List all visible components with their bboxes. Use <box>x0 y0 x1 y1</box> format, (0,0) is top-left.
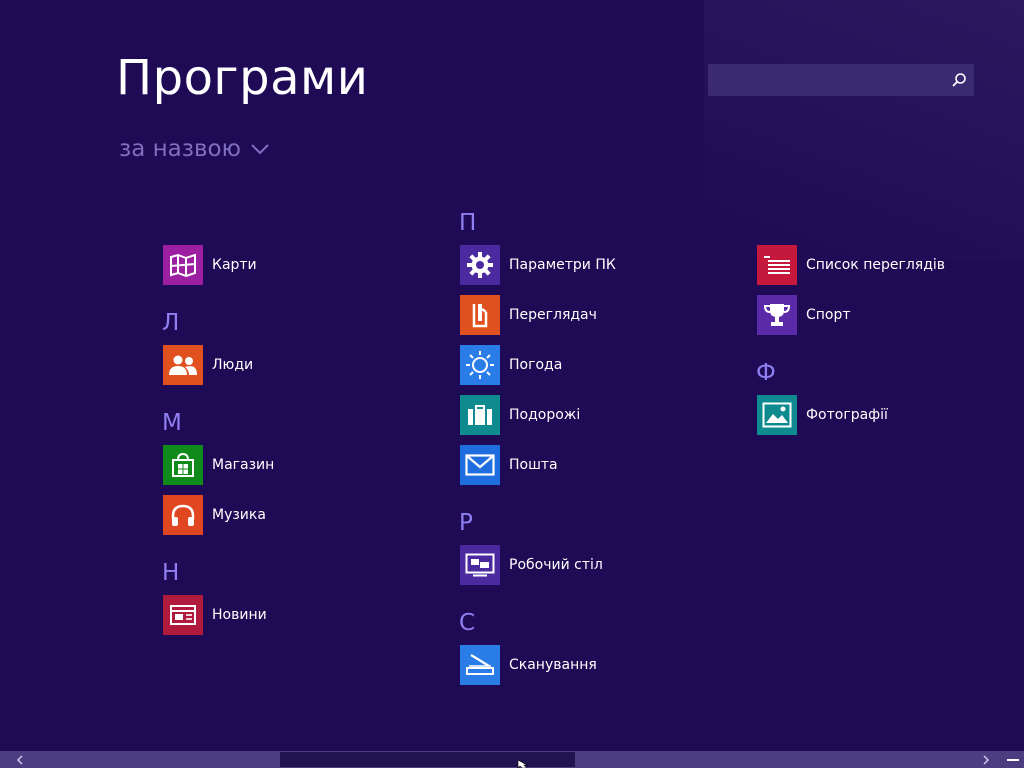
store-icon <box>172 452 194 477</box>
app-label: Переглядач <box>509 307 597 323</box>
search-icon <box>952 73 966 87</box>
app-foto[interactable]: Фотографії <box>757 395 1017 435</box>
mouse-cursor-icon <box>517 760 529 768</box>
app-label: Спорт <box>806 307 851 323</box>
app-novyny[interactable]: Новини <box>163 595 423 635</box>
maps-icon <box>170 253 196 277</box>
app-pohoda[interactable]: Погода <box>460 345 720 385</box>
news-icon <box>170 605 196 625</box>
scroll-left-button[interactable] <box>10 751 30 768</box>
app-label: Параметри ПК <box>509 257 616 273</box>
app-sport[interactable]: Спорт <box>757 295 1017 335</box>
group-header-s[interactable]: С <box>459 610 475 636</box>
app-label: Пошта <box>509 457 558 473</box>
sort-dropdown[interactable]: за назвою <box>119 136 269 162</box>
app-tile <box>460 545 500 585</box>
mail-icon <box>465 454 495 476</box>
app-lyudy[interactable]: Люди <box>163 345 423 385</box>
app-muzyka[interactable]: Музика <box>163 495 423 535</box>
app-mahazyn[interactable]: Магазин <box>163 445 423 485</box>
app-poshta[interactable]: Пошта <box>460 445 720 485</box>
app-perehliadach[interactable]: Переглядач <box>460 295 720 335</box>
group-header-l[interactable]: Л <box>162 310 179 336</box>
search-button[interactable] <box>944 64 974 96</box>
app-tile <box>757 395 797 435</box>
search-input[interactable] <box>708 64 944 96</box>
chevron-down-icon <box>251 143 269 154</box>
app-label: Люди <box>212 357 254 373</box>
app-tile <box>757 295 797 335</box>
sort-label: за назвою <box>119 136 241 162</box>
scroll-thumb[interactable] <box>280 752 575 767</box>
list-icon <box>764 256 790 274</box>
app-tile <box>460 395 500 435</box>
desktop-icon <box>465 553 495 577</box>
minus-icon <box>1007 758 1019 761</box>
app-tile <box>163 345 203 385</box>
chevron-left-icon <box>16 754 23 765</box>
group-header-f[interactable]: Ф <box>756 360 776 386</box>
gear-icon <box>467 252 493 278</box>
semantic-zoom-button[interactable] <box>1002 751 1024 768</box>
group-header-m[interactable]: М <box>162 410 182 436</box>
headphones-icon <box>171 504 195 526</box>
reader-icon <box>472 304 488 328</box>
chevron-right-icon <box>983 754 990 765</box>
horizontal-scrollbar[interactable] <box>0 751 1024 768</box>
search-box <box>708 64 974 96</box>
app-label: Погода <box>509 357 563 373</box>
scanner-icon <box>466 654 494 675</box>
app-tile <box>163 595 203 635</box>
app-skanuvannia[interactable]: Сканування <box>460 645 720 685</box>
app-karty[interactable]: Карти <box>163 245 423 285</box>
app-label: Фотографії <box>806 407 888 423</box>
app-label: Магазин <box>212 457 275 473</box>
app-label: Робочий стіл <box>509 557 603 573</box>
app-spysok[interactable]: Список переглядів <box>757 245 1017 285</box>
photo-icon <box>762 402 792 428</box>
suitcase-icon <box>468 405 492 425</box>
group-header-p[interactable]: П <box>459 210 476 236</box>
app-tile <box>460 445 500 485</box>
app-tile <box>460 245 500 285</box>
people-icon <box>169 355 197 375</box>
app-tile <box>163 445 203 485</box>
app-robochyi[interactable]: Робочий стіл <box>460 545 720 585</box>
page-title: Програми <box>116 50 369 106</box>
scroll-right-button[interactable] <box>976 751 996 768</box>
app-tile <box>163 245 203 285</box>
app-label: Карти <box>212 257 257 273</box>
app-label: Сканування <box>509 657 597 673</box>
group-header-r[interactable]: Р <box>459 510 473 536</box>
app-label: Музика <box>212 507 266 523</box>
sun-icon <box>466 351 494 379</box>
background-glow <box>704 0 1024 260</box>
app-label: Подорожі <box>509 407 581 423</box>
trophy-icon <box>763 304 791 326</box>
app-podorozhi[interactable]: Подорожі <box>460 395 720 435</box>
group-header-n[interactable]: Н <box>162 560 179 586</box>
app-tile <box>757 245 797 285</box>
app-label: Новини <box>212 607 267 623</box>
app-label: Список переглядів <box>806 257 946 273</box>
app-tile <box>163 495 203 535</box>
app-parametry[interactable]: Параметри ПК <box>460 245 720 285</box>
app-tile <box>460 645 500 685</box>
app-tile <box>460 345 500 385</box>
app-tile <box>460 295 500 335</box>
